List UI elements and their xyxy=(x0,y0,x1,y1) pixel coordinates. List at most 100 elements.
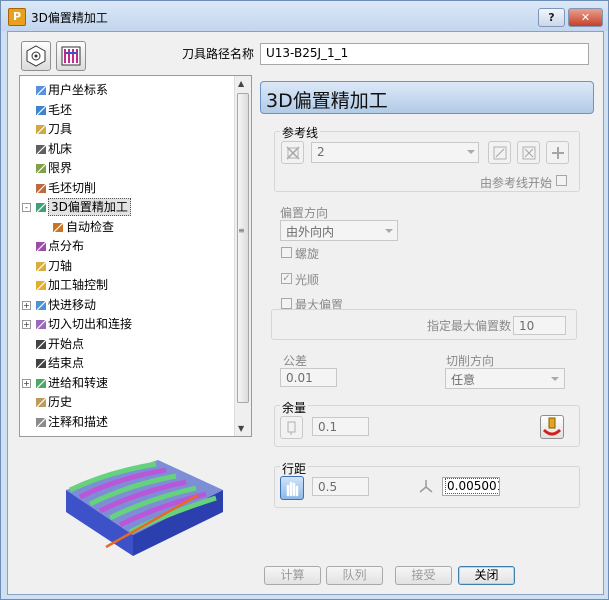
tree-item-label: 毛坯切削 xyxy=(48,180,97,195)
expand-icon[interactable]: + xyxy=(22,320,31,329)
tolerance-input[interactable]: 0.01 xyxy=(280,368,337,387)
tree-item[interactable]: 毛坯 xyxy=(20,101,234,120)
tree-item[interactable]: 限界 xyxy=(20,159,234,178)
chevron-down-icon[interactable] xyxy=(467,150,475,154)
tree-item-label: 刀具 xyxy=(48,122,73,136)
tree-item[interactable]: 开始点 xyxy=(20,335,234,354)
notes-icon xyxy=(34,415,49,430)
app-logo-icon: P xyxy=(8,8,26,26)
stepover-group-title: 行距 xyxy=(280,460,309,477)
strategy-preview-button[interactable] xyxy=(56,41,86,71)
max-offset-checkbox[interactable] xyxy=(281,298,292,309)
max-offset-input[interactable]: 10 xyxy=(513,316,566,335)
strategy-tree: 用户坐标系毛坯刀具机床限界毛坯切削 - 3D偏置精加工 自动检查点分布刀轴加工轴控制 +… xyxy=(19,75,252,437)
tree-item-label: 机床 xyxy=(48,141,73,156)
tree-item-label: 切入切出和连接 xyxy=(48,317,133,331)
expand-icon[interactable]: + xyxy=(22,378,31,388)
tool-axis-icon xyxy=(34,259,49,274)
tolerance-label: 公差 xyxy=(283,354,308,368)
tree-item[interactable]: 刀具 xyxy=(20,120,234,139)
reference-select-button[interactable] xyxy=(517,141,540,164)
feeds-speeds-icon xyxy=(34,376,49,391)
dialog-body: 刀具路径名称 U13-B25J_1_1 用户坐标系 毛坯 刀具 机床 限界 毛坯切削 - 3D… xyxy=(7,31,604,595)
reference-group-title: 参考线 xyxy=(280,124,321,141)
tree-item[interactable]: + 快进移动 xyxy=(20,296,234,315)
tree-scrollbar[interactable]: ▲ ≡ ▼ xyxy=(234,76,251,436)
offset-direction-label: 偏置方向 xyxy=(280,206,329,220)
spiral-label: 螺旋 xyxy=(295,247,320,261)
scroll-up-icon[interactable]: ▲ xyxy=(238,79,244,88)
reference-add-button[interactable] xyxy=(546,141,569,164)
title-bar[interactable]: P 3D偏置精加工 ? ✕ xyxy=(1,1,608,31)
reference-edit-button[interactable] xyxy=(488,141,511,164)
hexagon-gears-icon xyxy=(26,45,46,67)
strategy-pattern-icon xyxy=(61,46,81,66)
end-point-icon xyxy=(34,356,49,371)
allowance-input[interactable]: 0.1 xyxy=(312,417,369,436)
tool-icon xyxy=(34,122,49,137)
stepover-copy-button[interactable] xyxy=(280,476,304,500)
allowance-component-button[interactable] xyxy=(280,416,303,439)
cut-direction-select[interactable]: 任意 xyxy=(445,368,565,389)
strategy-title: 3D偏置精加工 xyxy=(266,90,388,112)
window-title: 3D偏置精加工 xyxy=(31,11,108,25)
user-coordinate-icon xyxy=(34,83,49,98)
max-offset-limit-label: 指定最大偏置数 xyxy=(427,319,512,333)
tree-item-label: 注释和描述 xyxy=(48,414,109,429)
reference-pick-button[interactable] xyxy=(281,141,304,164)
offset-direction-select[interactable]: 由外向内 xyxy=(280,220,398,241)
start-from-reference-checkbox[interactable] xyxy=(556,175,567,186)
tree-item[interactable]: 刀轴 xyxy=(20,257,234,276)
reference-curve-icon xyxy=(285,145,300,160)
chevron-down-icon[interactable] xyxy=(385,229,393,233)
tree-item-label: 点分布 xyxy=(48,239,85,253)
calculate-button[interactable]: 计算 xyxy=(264,566,321,585)
tree-item-label: 3D偏置精加工 xyxy=(48,198,131,216)
tree-item[interactable]: 机床 xyxy=(20,140,234,159)
tree-item-label: 用户坐标系 xyxy=(48,83,109,97)
expand-icon[interactable]: + xyxy=(22,300,31,310)
tree-item[interactable]: 历史 xyxy=(20,393,234,412)
toolpath-options-button[interactable] xyxy=(21,41,51,71)
tree-item[interactable]: - 3D偏置精加工 xyxy=(20,198,234,217)
accept-button[interactable]: 接受 xyxy=(395,566,452,585)
spiral-checkbox[interactable] xyxy=(281,247,292,258)
smooth-checkbox[interactable]: ✓ xyxy=(281,273,292,284)
stepover-input[interactable]: 0.5 xyxy=(312,477,369,496)
tree-item[interactable]: 毛坯切削 xyxy=(20,179,234,198)
close-button[interactable]: 关闭 xyxy=(458,566,515,585)
tree-item-label: 毛坯 xyxy=(48,102,73,117)
tree-item[interactable]: + 切入切出和连接 xyxy=(20,315,234,334)
scroll-down-icon[interactable]: ▼ xyxy=(238,424,244,433)
scroll-thumb[interactable] xyxy=(237,93,249,403)
limits-icon xyxy=(34,161,49,176)
tree-item-label: 快进移动 xyxy=(48,297,97,312)
tree-item-label: 自动检查 xyxy=(66,219,115,234)
start-from-reference-label: 由参考线开始 xyxy=(480,176,553,190)
tree-item[interactable]: + 进给和转速 xyxy=(20,374,234,393)
cut-direction-label: 切削方向 xyxy=(446,354,495,368)
tree-item[interactable]: 加工轴控制 xyxy=(20,276,234,295)
offset-finish-icon xyxy=(34,200,49,215)
collapse-icon[interactable]: - xyxy=(22,203,31,212)
help-button[interactable]: ? xyxy=(538,8,565,27)
toolpath-name-input[interactable]: U13-B25J_1_1 xyxy=(260,43,589,65)
start-point-icon xyxy=(34,337,49,352)
tree-item-label: 开始点 xyxy=(48,336,85,351)
close-window-button[interactable]: ✕ xyxy=(568,8,603,27)
reference-select-icon xyxy=(522,146,535,159)
chevron-down-icon[interactable] xyxy=(551,377,559,381)
tree-item[interactable]: 自动检查 xyxy=(20,218,234,237)
queue-button[interactable]: 队列 xyxy=(326,566,383,585)
stepdown-input[interactable]: 0.005001 xyxy=(442,477,500,496)
tree-item[interactable]: 点分布 xyxy=(20,237,234,256)
scroll-grip-icon: ≡ xyxy=(238,226,245,235)
tree-item[interactable]: 结束点 xyxy=(20,354,234,373)
thickness-icon xyxy=(542,417,562,436)
tree-item-label: 加工轴控制 xyxy=(48,278,109,292)
tree-item[interactable]: 注释和描述 xyxy=(20,413,234,432)
tree-item[interactable]: 用户坐标系 xyxy=(20,81,234,100)
allowance-icon xyxy=(287,421,295,435)
thickness-settings-button[interactable] xyxy=(540,415,564,439)
reference-select[interactable]: 2 xyxy=(311,142,479,163)
